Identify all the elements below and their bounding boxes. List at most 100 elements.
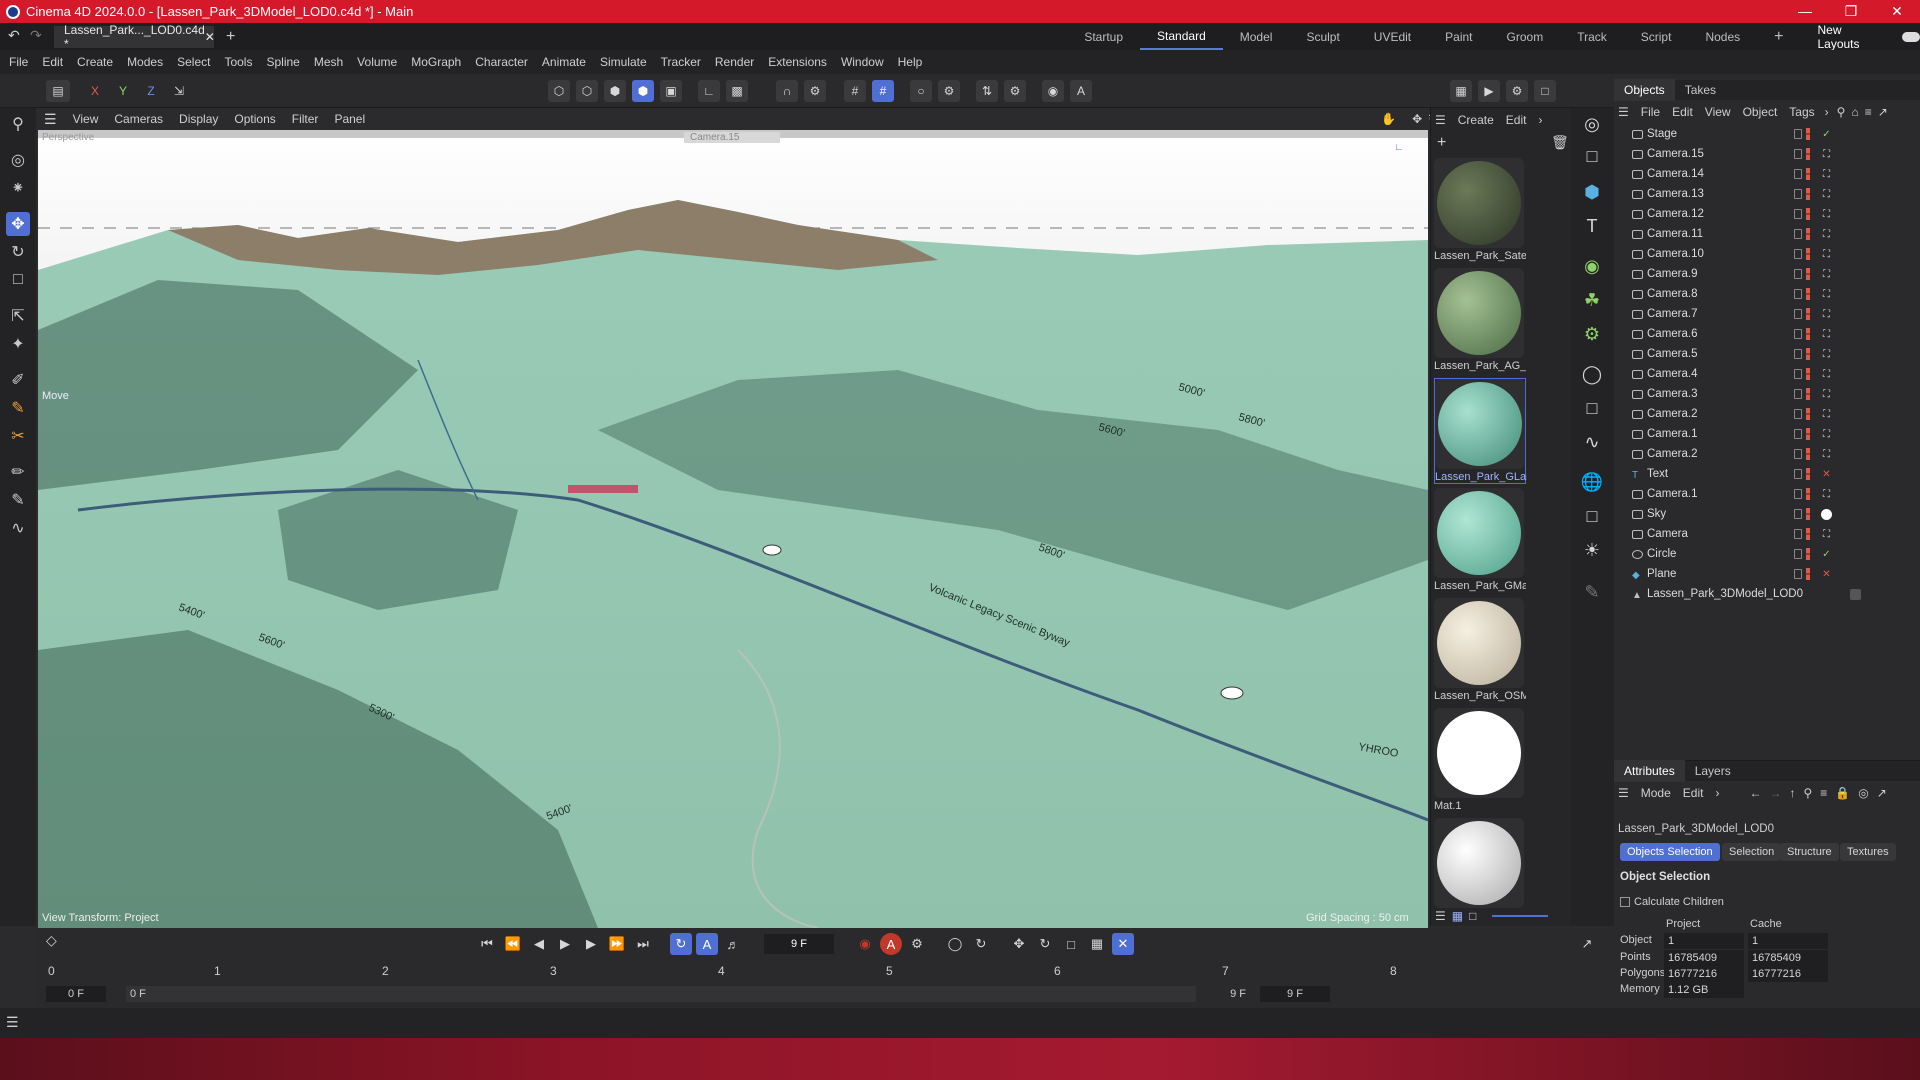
viewport-solo-settings-icon[interactable]: ⚙	[938, 80, 960, 102]
material-menu-edit[interactable]: Edit	[1506, 113, 1527, 127]
tab-sculpt[interactable]: Sculpt	[1289, 23, 1356, 50]
object-row-camera[interactable]: Camera.1 ⛶	[1614, 484, 1920, 504]
key-param-icon[interactable]: □	[1060, 933, 1082, 955]
material-item[interactable]	[1434, 818, 1526, 908]
check-tag-icon[interactable]: ✓	[1821, 129, 1832, 140]
go-to-start-icon[interactable]: ⏮	[476, 933, 498, 955]
new-window-icon[interactable]: ↗	[1878, 105, 1888, 119]
render-dots[interactable]	[1806, 388, 1810, 400]
chevron-right-icon[interactable]: ›	[1538, 113, 1542, 127]
menu-create[interactable]: Create	[77, 55, 113, 69]
pen-tool-icon[interactable]: ✎	[1578, 578, 1606, 606]
tab-paint[interactable]: Paint	[1428, 23, 1489, 50]
objects-menu-view[interactable]: View	[1705, 105, 1731, 119]
object-row-camera[interactable]: Camera ⛶	[1614, 524, 1920, 544]
camera-target-tag-icon[interactable]: ⛶	[1821, 329, 1832, 340]
back-arrow-icon[interactable]: ←	[1749, 786, 1761, 800]
snap-settings-icon[interactable]: ⚙	[804, 80, 826, 102]
timeline-ruler[interactable]: 0 1 2 3 4 5 6 7 8	[48, 964, 1578, 978]
object-row-sky[interactable]: Sky	[1614, 504, 1920, 524]
disabled-x-icon[interactable]: ✕	[1821, 469, 1832, 480]
document-tab[interactable]: Lassen_Park..._LOD0.c4d * ✕	[54, 23, 215, 51]
active-camera-label[interactable]: Camera.15	[684, 132, 780, 143]
menu-select[interactable]: Select	[177, 55, 210, 69]
camera-target-tag-icon[interactable]: ⛶	[1821, 529, 1832, 540]
placement-tool-icon[interactable]: ✦	[6, 332, 30, 356]
viewport-hamburger-icon[interactable]: ☰	[44, 111, 57, 128]
filter-icon[interactable]: ≡	[1820, 786, 1827, 800]
visibility-toggle[interactable]	[1794, 309, 1802, 319]
keyframe-selection-icon[interactable]: ◯	[944, 933, 966, 955]
key-position-icon[interactable]: ↻	[970, 933, 992, 955]
effector-icon[interactable]: ⚙	[1578, 320, 1606, 348]
assets-icon[interactable]: A	[1070, 80, 1092, 102]
environment-icon[interactable]: 🌐	[1578, 468, 1606, 496]
visibility-toggle[interactable]	[1794, 229, 1802, 239]
render-dots[interactable]	[1806, 168, 1810, 180]
attributes-menu-edit[interactable]: Edit	[1683, 786, 1704, 800]
preview-range-bar[interactable]: 0 F	[126, 986, 1196, 1002]
render-dots[interactable]	[1806, 468, 1810, 480]
lock-icon[interactable]: 🔒	[1835, 786, 1850, 800]
viewport-menu-filter[interactable]: Filter	[292, 112, 319, 126]
brush-tool-icon[interactable]: ✏	[6, 460, 30, 484]
next-key-icon[interactable]: ⏩	[606, 933, 628, 955]
add-material-icon[interactable]: +	[1437, 134, 1446, 152]
y-axis-lock[interactable]: Y	[112, 80, 134, 102]
object-row-camera[interactable]: Camera.5 ⛶	[1614, 344, 1920, 364]
calculate-children-checkbox[interactable]	[1620, 897, 1630, 907]
render-dots[interactable]	[1806, 148, 1810, 160]
visibility-toggle[interactable]	[1794, 429, 1802, 439]
tab-objects[interactable]: Objects	[1614, 79, 1675, 101]
viewport-menu-display[interactable]: Display	[179, 112, 218, 126]
object-row-camera[interactable]: Camera.9 ⛶	[1614, 264, 1920, 284]
menu-help[interactable]: Help	[898, 55, 923, 69]
autokey-icon[interactable]: A	[880, 933, 902, 955]
object-row-camera[interactable]: Camera.2 ⛶	[1614, 404, 1920, 424]
visibility-toggle[interactable]	[1794, 509, 1802, 519]
uv-mode-icon[interactable]: ▣	[660, 80, 682, 102]
tab-model[interactable]: Model	[1223, 23, 1290, 50]
camera-target-tag-icon[interactable]: ⛶	[1821, 409, 1832, 420]
keyframe-icon[interactable]: ◇	[46, 932, 57, 949]
object-row-camera[interactable]: Camera.11 ⛶	[1614, 224, 1920, 244]
menu-window[interactable]: Window	[841, 55, 884, 69]
visibility-toggle[interactable]	[1794, 389, 1802, 399]
move-view-icon[interactable]: ✥	[1412, 112, 1422, 126]
tab-layers[interactable]: Layers	[1685, 760, 1741, 782]
menu-tools[interactable]: Tools	[224, 55, 252, 69]
record-icon[interactable]: ◉	[854, 933, 876, 955]
pan-view-icon[interactable]: ✋	[1381, 112, 1396, 126]
key-settings-icon[interactable]: ⚙	[906, 933, 928, 955]
coordinate-system-icon[interactable]: ⇲	[168, 80, 190, 102]
object-row-camera[interactable]: Camera.8 ⛶	[1614, 284, 1920, 304]
tab-uvedit[interactable]: UVEdit	[1357, 23, 1428, 50]
preview-size-slider[interactable]	[1492, 915, 1549, 917]
menu-render[interactable]: Render	[715, 55, 754, 69]
polygons-mode-icon[interactable]: ⬢	[604, 80, 626, 102]
objects-menu-tags[interactable]: Tags	[1789, 105, 1814, 119]
new-layouts-toggle[interactable]	[1902, 31, 1920, 42]
visibility-toggle[interactable]	[1794, 329, 1802, 339]
object-row-camera[interactable]: Camera.10 ⛶	[1614, 244, 1920, 264]
chevron-right-icon[interactable]: ›	[1825, 105, 1829, 119]
axis-mode-icon[interactable]: ∟	[698, 80, 720, 102]
render-settings-icon[interactable]: ⚙	[1506, 80, 1528, 102]
camera-target-tag-icon[interactable]: ⛶	[1821, 389, 1832, 400]
lock-workplane-icon[interactable]: ◉	[1042, 80, 1064, 102]
visibility-toggle[interactable]	[1794, 209, 1802, 219]
menu-animate[interactable]: Animate	[542, 55, 586, 69]
tab-takes[interactable]: Takes	[1675, 79, 1726, 101]
object-row-model[interactable]: ▲ Lassen_Park_3DModel_LOD0	[1614, 584, 1920, 604]
menu-edit[interactable]: Edit	[42, 55, 63, 69]
points-mode-icon[interactable]: ⬡	[548, 80, 570, 102]
primitive-cube-icon[interactable]: ⬢	[1578, 178, 1606, 206]
add-layout-icon[interactable]: +	[1757, 23, 1800, 50]
tab-textures[interactable]: Textures	[1840, 843, 1896, 861]
status-menu-icon[interactable]: ☰	[6, 1014, 19, 1031]
check-tag-icon[interactable]: ✓	[1821, 549, 1832, 560]
objects-menu-file[interactable]: File	[1641, 105, 1660, 119]
object-row-circle[interactable]: Circle ✓	[1614, 544, 1920, 564]
camera-icon[interactable]: □	[1578, 502, 1606, 530]
large-view-icon[interactable]: □	[1469, 909, 1476, 923]
